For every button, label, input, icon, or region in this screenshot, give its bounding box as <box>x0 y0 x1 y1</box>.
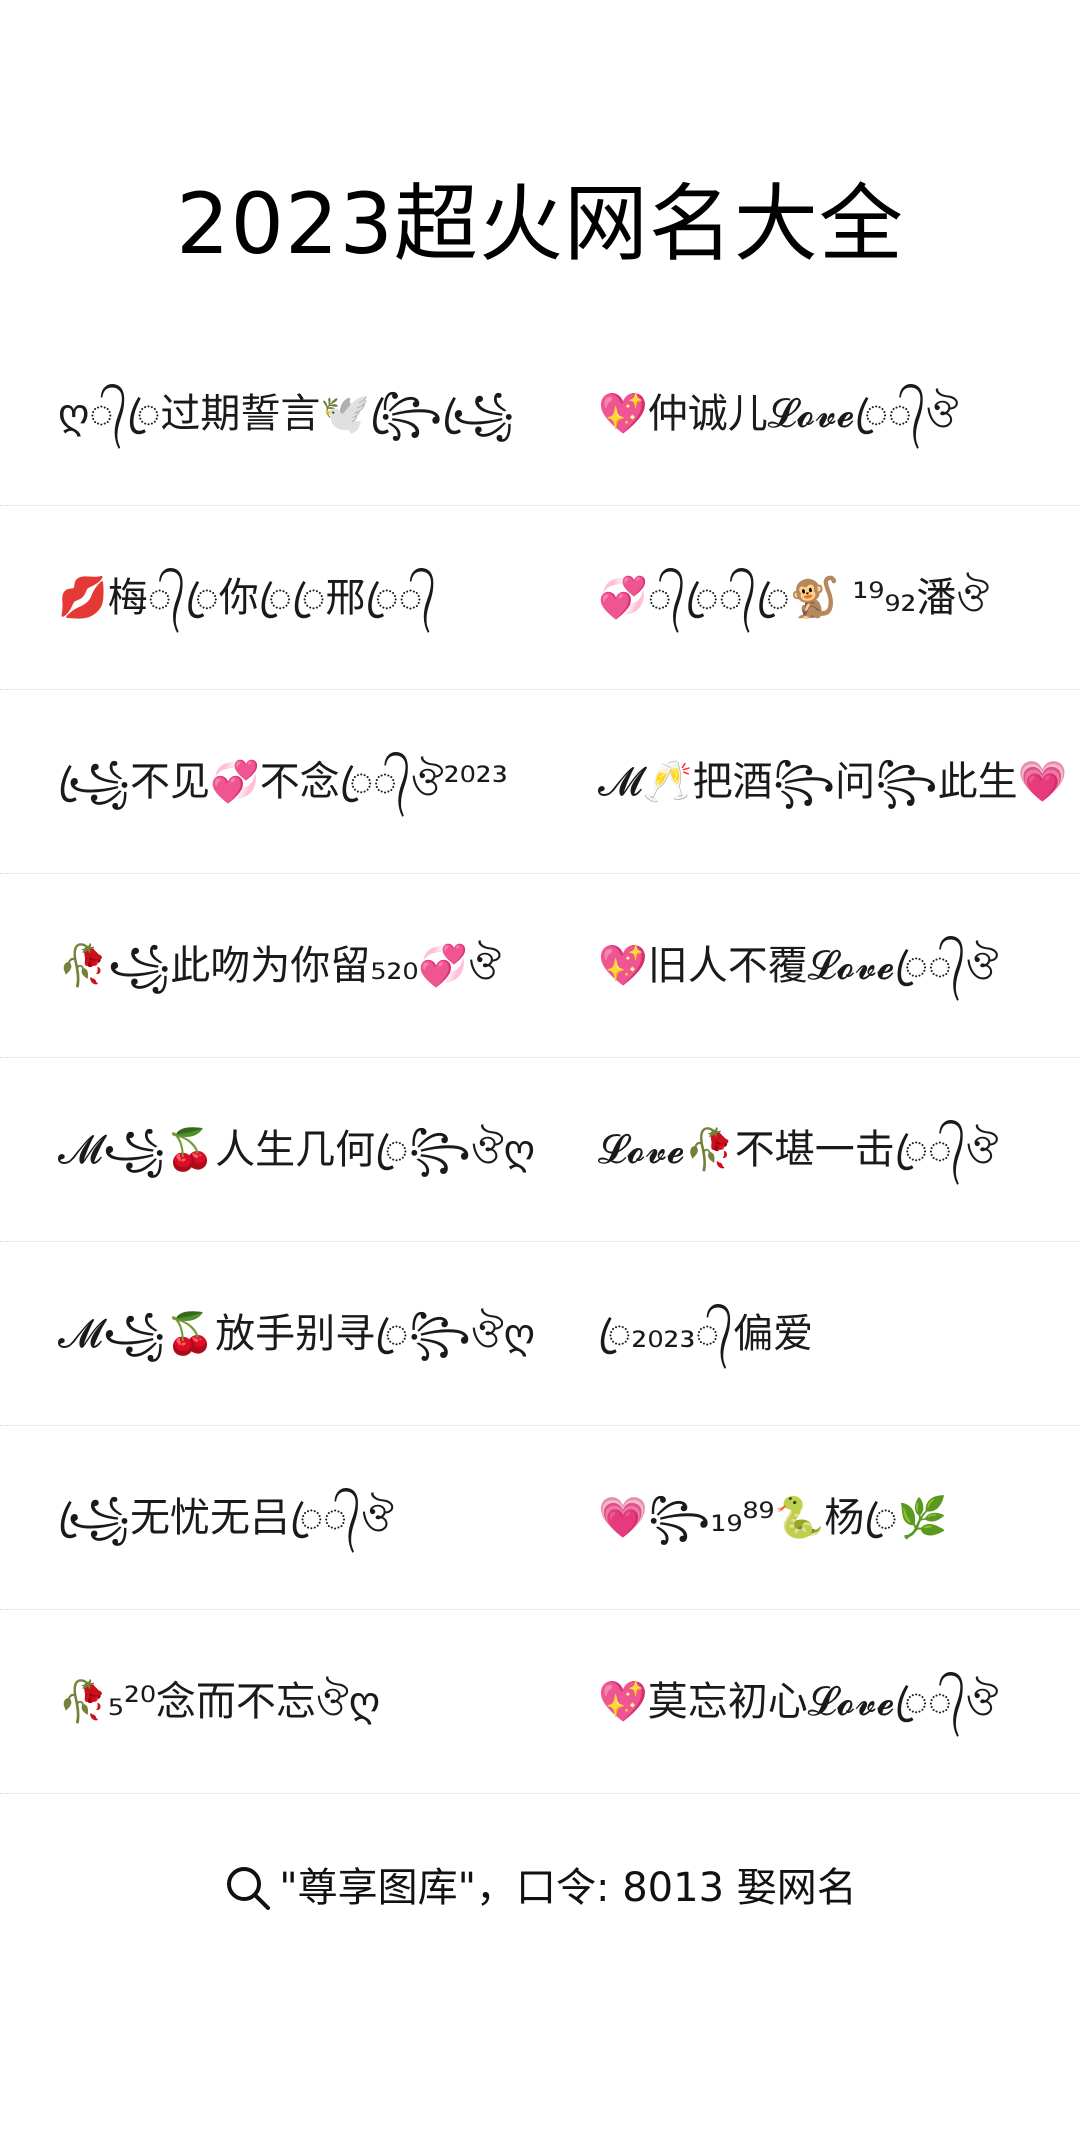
name-item[interactable]: ꧁ꦿ无忧无吕ꦿ᭄ঔ <box>58 1426 558 1610</box>
name-item[interactable]: 🥀₅²⁰念而不忘ঔღ <box>58 1610 558 1794</box>
name-item[interactable]: 💖旧人不覆𝓛𝓸𝓿𝓮ꦿ᭄ঔ <box>598 874 1068 1058</box>
search-hint-text: "尊享图库"，口令: 8013 娶网名 <box>279 1865 857 1911</box>
name-item[interactable]: ꦿ₂₀₂₃᭄偏爱 <box>598 1242 1068 1426</box>
name-item[interactable]: 💖莫忘初心𝓛𝓸𝓿𝓮ꦿ᭄ঔ <box>598 1610 1068 1794</box>
name-item[interactable]: 𝓜꧁🍒人生几何ꦿ꧂ঔღ <box>58 1058 558 1242</box>
names-row: ꧁ꦿ无忧无吕ꦿ᭄ঔ 💗꧂₁₉⁸⁹🐍杨ꦿ🌿 <box>0 1426 1080 1610</box>
name-item[interactable]: 💋梅᭄ꦿ你ꦿꦿ邢ꦿ᭄ <box>58 506 558 690</box>
names-row: 🥀₅²⁰念而不忘ঔღ 💖莫忘初心𝓛𝓸𝓿𝓮ꦿ᭄ঔ <box>0 1610 1080 1794</box>
names-row: 🥀꧁此吻为你留₅₂₀💞ঔ 💖旧人不覆𝓛𝓸𝓿𝓮ꦿ᭄ঔ <box>0 874 1080 1058</box>
name-text: 💖旧人不覆𝓛𝓸𝓿𝓮ꦿ᭄ঔ <box>598 943 999 989</box>
name-item[interactable]: 💞᭄ꦿ᭄ꦿ🐒 ¹⁹₉₂潘ঔ <box>598 506 1068 690</box>
names-grid: ღ᭄ꦿ过期誓言🕊️꧂ꦿ꧁ꦿ 💖仲诚儿𝓛𝓸𝓿𝓮ꦿ᭄ঔ 💋梅᭄ꦿ你ꦿꦿ邢ꦿ᭄ 💞᭄ꦿ… <box>0 322 1080 1794</box>
names-row: ღ᭄ꦿ过期誓言🕊️꧂ꦿ꧁ꦿ 💖仲诚儿𝓛𝓸𝓿𝓮ꦿ᭄ঔ <box>0 322 1080 506</box>
name-text: ꦿ₂₀₂₃᭄偏爱 <box>598 1311 814 1357</box>
name-text: 𝓜꧁🍒人生几何ꦿ꧂ঔღ <box>58 1127 536 1173</box>
names-row: 💋梅᭄ꦿ你ꦿꦿ邢ꦿ᭄ 💞᭄ꦿ᭄ꦿ🐒 ¹⁹₉₂潘ঔ <box>0 506 1080 690</box>
name-text: 🥀₅²⁰念而不忘ঔღ <box>58 1679 381 1725</box>
name-text: ꧁ꦿ无忧无吕ꦿ᭄ঔ <box>58 1495 394 1541</box>
name-text: 💋梅᭄ꦿ你ꦿꦿ邢ꦿ᭄ <box>58 575 437 621</box>
name-item[interactable]: 𝓛𝓸𝓿𝓮🥀不堪一击ꦿ᭄ঔ <box>598 1058 1068 1242</box>
name-text: 𝓛𝓸𝓿𝓮🥀不堪一击ꦿ᭄ঔ <box>598 1127 999 1173</box>
names-row: ꧁ꦿ不见💞不念ꦿ᭄ঔ²⁰²³ 𝓜🥂把酒꧂问꧂此生💗 <box>0 690 1080 874</box>
name-text: ღ᭄ꦿ过期誓言🕊️꧂ꦿ꧁ꦿ <box>58 391 515 437</box>
search-icon <box>223 1863 273 1913</box>
name-item[interactable]: 𝓜🥂把酒꧂问꧂此生💗 <box>598 690 1068 874</box>
name-item[interactable]: ꧁ꦿ不见💞不念ꦿ᭄ঔ²⁰²³ <box>58 690 558 874</box>
name-text: 💖莫忘初心𝓛𝓸𝓿𝓮ꦿ᭄ঔ <box>598 1679 999 1725</box>
name-item[interactable]: 🥀꧁此吻为你留₅₂₀💞ঔ <box>58 874 558 1058</box>
names-row: 𝓜꧁🍒人生几何ꦿ꧂ঔღ 𝓛𝓸𝓿𝓮🥀不堪一击ꦿ᭄ঔ <box>0 1058 1080 1242</box>
name-item[interactable]: 💖仲诚儿𝓛𝓸𝓿𝓮ꦿ᭄ঔ <box>598 322 1068 506</box>
name-item[interactable]: 💗꧂₁₉⁸⁹🐍杨ꦿ🌿 <box>598 1426 1068 1610</box>
page-title: 2023超火网名大全 <box>176 175 904 273</box>
name-text: 🥀꧁此吻为你留₅₂₀💞ঔ <box>58 943 502 989</box>
name-item[interactable]: 𝓜꧁🍒放手别寻ꦿ꧂ঔღ <box>58 1242 558 1426</box>
name-text: 💖仲诚儿𝓛𝓸𝓿𝓮ꦿ᭄ঔ <box>598 391 959 437</box>
name-text: 𝓜🥂把酒꧂问꧂此生💗 <box>598 759 1068 805</box>
name-text: 💗꧂₁₉⁸⁹🐍杨ꦿ🌿 <box>598 1495 948 1541</box>
search-hint: "尊享图库"，口令: 8013 娶网名 <box>0 1858 1080 1918</box>
name-text: ꧁ꦿ不见💞不念ꦿ᭄ঔ²⁰²³ <box>58 759 508 805</box>
names-row: 𝓜꧁🍒放手别寻ꦿ꧂ঔღ ꦿ₂₀₂₃᭄偏爱 <box>0 1242 1080 1426</box>
name-item[interactable]: ღ᭄ꦿ过期誓言🕊️꧂ꦿ꧁ꦿ <box>58 322 558 506</box>
name-text: 𝓜꧁🍒放手别寻ꦿ꧂ঔღ <box>58 1311 536 1357</box>
name-text: 💞᭄ꦿ᭄ꦿ🐒 ¹⁹₉₂潘ঔ <box>598 575 990 621</box>
